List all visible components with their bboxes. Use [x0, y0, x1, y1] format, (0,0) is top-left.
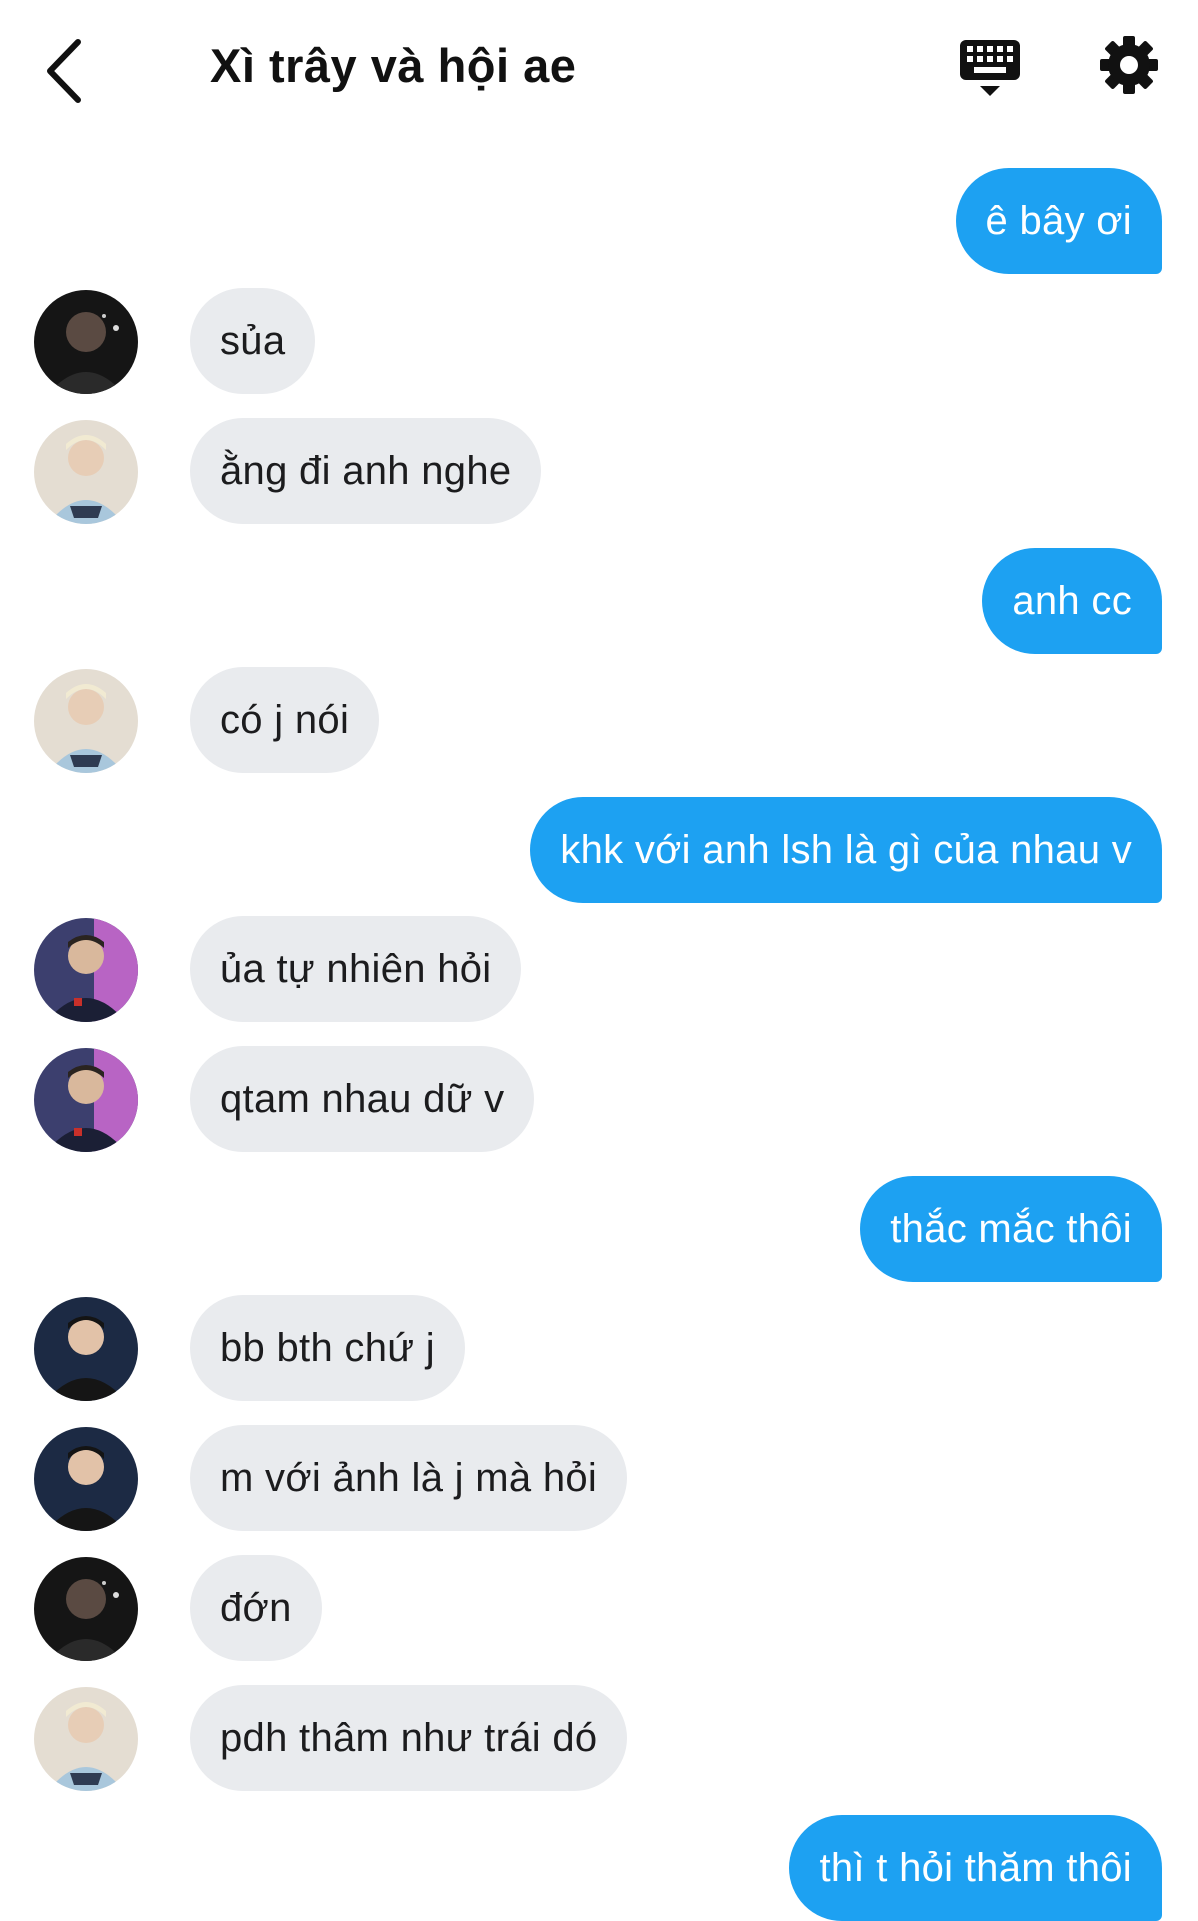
avatar[interactable]	[34, 1048, 138, 1152]
message-incoming: có j nói	[34, 667, 934, 773]
avatar[interactable]	[34, 1557, 138, 1661]
avatar[interactable]	[34, 1427, 138, 1531]
conversation-title: Xì trây và hội ae	[210, 39, 577, 92]
keyboard-button[interactable]	[958, 36, 1022, 100]
message-bubble[interactable]: ằng đi anh nghe	[190, 418, 542, 524]
settings-button[interactable]	[1098, 34, 1160, 96]
avatar[interactable]	[34, 669, 138, 773]
message-incoming: m với ảnh là j mà hỏi	[34, 1425, 934, 1531]
message-incoming: đớn	[34, 1555, 934, 1661]
message-bubble[interactable]: thắc mắc thôi	[860, 1176, 1162, 1282]
message-bubble[interactable]: ủa tự nhiên hỏi	[190, 916, 522, 1022]
message-incoming: qtam nhau dữ v	[34, 1046, 934, 1152]
message-outgoing: khk với anh lsh là gì của nhau v	[162, 797, 1162, 903]
message-bubble[interactable]: thì t hỏi thăm thôi	[789, 1815, 1162, 1921]
avatar[interactable]	[34, 420, 138, 524]
message-outgoing: anh cc	[162, 548, 1162, 654]
avatar[interactable]	[34, 918, 138, 1022]
message-bubble[interactable]: anh cc	[982, 548, 1162, 654]
message-bubble[interactable]: đớn	[190, 1555, 322, 1661]
message-bubble[interactable]: qtam nhau dữ v	[190, 1046, 535, 1152]
message-bubble[interactable]: m với ảnh là j mà hỏi	[190, 1425, 628, 1531]
back-button[interactable]	[40, 36, 90, 106]
message-incoming: ằng đi anh nghe	[34, 418, 934, 524]
message-bubble[interactable]: pdh thâm như trái dó	[190, 1685, 628, 1791]
message-incoming: ủa tự nhiên hỏi	[34, 916, 934, 1022]
message-incoming: sủa	[34, 288, 934, 394]
avatar[interactable]	[34, 1297, 138, 1401]
avatar[interactable]	[34, 290, 138, 394]
gear-icon	[1100, 36, 1158, 94]
message-bubble[interactable]: ê bây ơi	[955, 168, 1162, 274]
message-bubble[interactable]: bb bth chứ j	[190, 1295, 465, 1401]
message-outgoing: thắc mắc thôi	[162, 1176, 1162, 1282]
message-bubble[interactable]: có j nói	[190, 667, 380, 773]
message-outgoing: ê bây ơi	[162, 168, 1162, 274]
chevron-left-icon	[47, 39, 81, 103]
message-bubble[interactable]: khk với anh lsh là gì của nhau v	[530, 797, 1162, 903]
keyboard-icon	[960, 40, 1020, 96]
chat-header: Xì trây và hội ae	[0, 0, 1198, 140]
message-incoming: bb bth chứ j	[34, 1295, 934, 1401]
message-outgoing: thì t hỏi thăm thôi	[162, 1815, 1162, 1921]
message-bubble[interactable]: sủa	[190, 288, 316, 394]
message-incoming: pdh thâm như trái dó	[34, 1685, 934, 1791]
avatar[interactable]	[34, 1687, 138, 1791]
